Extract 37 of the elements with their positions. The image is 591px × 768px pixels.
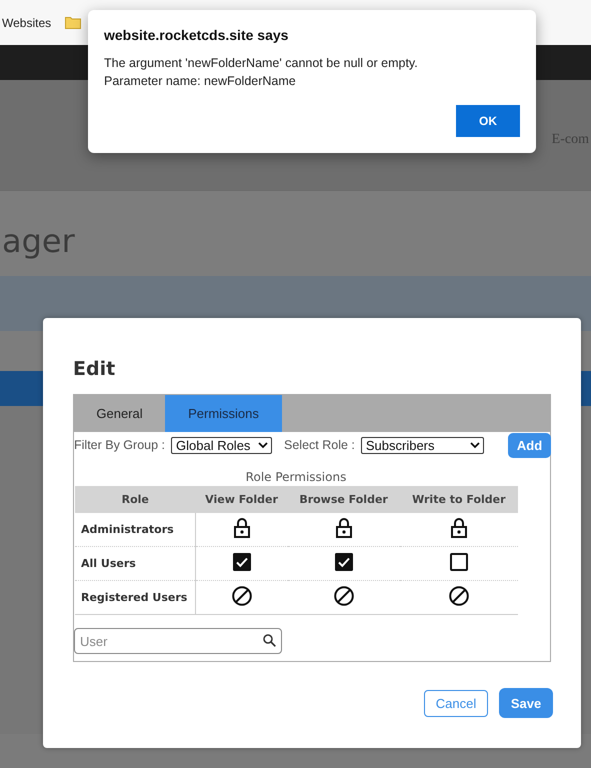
prohibited-icon [334,586,354,606]
save-button[interactable]: Save [499,688,553,718]
ok-button[interactable]: OK [456,105,520,137]
prohibited-icon [448,586,469,606]
lock-icon [234,518,250,538]
tab[interactable]: Permissions [165,395,282,432]
chevron-down-icon [470,442,480,448]
filter-label: Filter By Group : [74,438,165,452]
folder-icon [65,16,82,29]
column-header: Browse Folder [288,486,400,513]
user-search-field[interactable]: User [74,628,282,654]
cancel-button[interactable]: Cancel [424,690,488,717]
lock-icon [336,518,352,538]
role-cell: All Users [75,546,196,580]
table-caption: Role Permissions [244,470,348,484]
alert-title: website.rocketcds.site says [104,27,290,43]
add-button[interactable]: Add [508,432,551,458]
role-cell: Administrators [75,513,196,546]
bookmark-link[interactable]: Websites [2,16,52,30]
page-heading: ager [2,222,75,260]
group-dropdown[interactable]: Global Roles [171,436,272,454]
alert-message: Parameter name: newFolderName [104,73,297,90]
column-header: Role [75,486,196,513]
checkbox[interactable] [334,553,353,571]
alert-message: The argument 'newFolderName' cannot be null or empty. [104,55,419,72]
column-header: View Folder [196,486,288,513]
lock-icon [450,518,467,538]
column-header: Write to Folder [400,486,518,513]
prohibited-icon [232,586,252,606]
role-cell: Registered Users [75,580,196,614]
chevron-down-icon [258,442,268,448]
role-dropdown[interactable]: Subscribers [360,436,484,454]
checkbox[interactable] [450,553,468,571]
role-label: Select Role : [284,438,355,452]
search-icon [263,634,276,647]
dialog-title: Edit [73,358,116,380]
checkbox[interactable] [232,553,251,571]
